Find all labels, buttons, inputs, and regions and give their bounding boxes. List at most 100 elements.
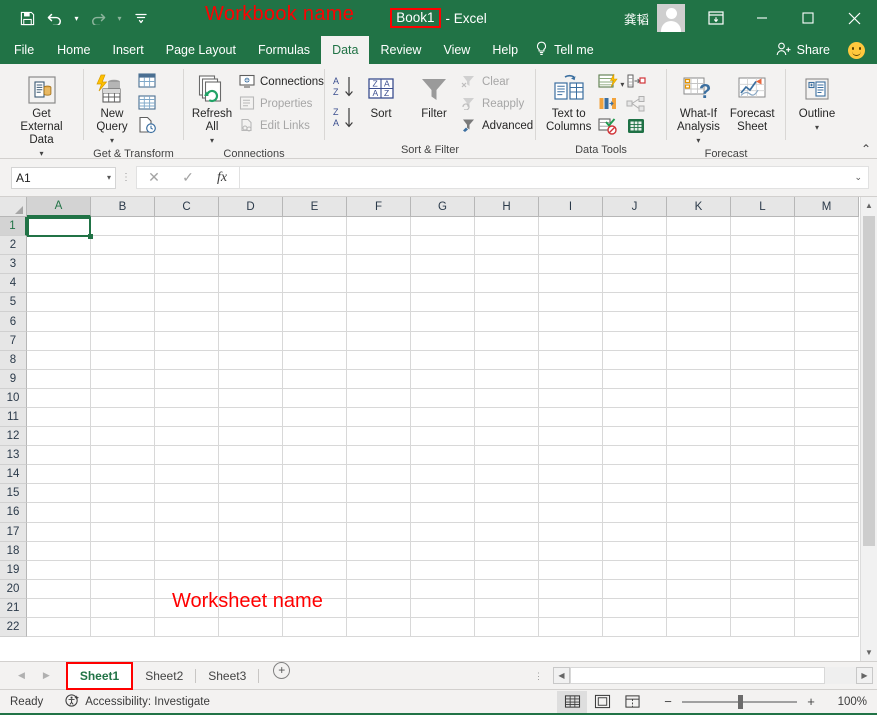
cell-G11[interactable] bbox=[411, 407, 475, 428]
zoom-in-button[interactable]: + bbox=[806, 694, 816, 709]
cell-J8[interactable] bbox=[603, 350, 667, 370]
cell-F4[interactable] bbox=[347, 274, 411, 294]
cell-A5[interactable] bbox=[27, 293, 91, 313]
cell-D14[interactable] bbox=[219, 465, 283, 485]
cell-L4[interactable] bbox=[731, 274, 795, 294]
row-header-8[interactable]: 8 bbox=[0, 350, 27, 370]
column-header-c[interactable]: C bbox=[155, 197, 219, 217]
cell-H19[interactable] bbox=[475, 560, 539, 580]
cell-C2[interactable] bbox=[155, 236, 219, 256]
cell-B19[interactable] bbox=[91, 560, 155, 580]
ribbon-display-options-icon[interactable] bbox=[693, 0, 739, 36]
horizontal-scroll-thumb[interactable] bbox=[570, 667, 825, 684]
cell-I15[interactable] bbox=[539, 484, 603, 504]
cell-K10[interactable] bbox=[667, 388, 731, 408]
cell-G15[interactable] bbox=[411, 484, 475, 504]
cell-L16[interactable] bbox=[731, 503, 795, 523]
row-header-21[interactable]: 21 bbox=[0, 598, 27, 618]
cell-E4[interactable] bbox=[283, 274, 347, 294]
expand-formula-bar-icon[interactable]: ⌄ bbox=[854, 172, 862, 183]
formula-bar-splitter[interactable]: ⋮ bbox=[116, 172, 136, 182]
cell-F13[interactable] bbox=[347, 446, 411, 466]
row-header-7[interactable]: 7 bbox=[0, 331, 27, 351]
relationships-icon[interactable] bbox=[624, 93, 648, 115]
cell-A21[interactable] bbox=[27, 598, 91, 618]
forecast-sheet-button[interactable]: Forecast Sheet bbox=[725, 69, 780, 134]
scroll-up-icon[interactable]: ▲ bbox=[861, 197, 877, 214]
cell-I1[interactable] bbox=[539, 217, 603, 237]
cell-A4[interactable] bbox=[27, 274, 91, 294]
cell-K5[interactable] bbox=[667, 293, 731, 313]
tab-review[interactable]: Review bbox=[369, 36, 432, 64]
row-header-19[interactable]: 19 bbox=[0, 560, 27, 580]
previous-sheet-icon[interactable]: ◀ bbox=[18, 670, 25, 681]
cell-K19[interactable] bbox=[667, 560, 731, 580]
cell-M7[interactable] bbox=[795, 331, 859, 351]
cell-H7[interactable] bbox=[475, 331, 539, 351]
cell-G3[interactable] bbox=[411, 255, 475, 275]
cell-F11[interactable] bbox=[347, 407, 411, 428]
cell-D3[interactable] bbox=[219, 255, 283, 275]
cell-A22[interactable] bbox=[27, 617, 91, 638]
row-header-9[interactable]: 9 bbox=[0, 369, 27, 389]
cell-H4[interactable] bbox=[475, 274, 539, 294]
cell-C15[interactable] bbox=[155, 484, 219, 504]
cell-G17[interactable] bbox=[411, 522, 475, 542]
outline-caret-icon[interactable]: ▾ bbox=[815, 121, 819, 134]
formula-input[interactable]: ⌄ bbox=[239, 166, 869, 189]
cell-H2[interactable] bbox=[475, 236, 539, 256]
cell-I19[interactable] bbox=[539, 560, 603, 580]
cell-I14[interactable] bbox=[539, 465, 603, 485]
cell-A19[interactable] bbox=[27, 560, 91, 580]
sheet-tab-sheet1[interactable]: Sheet1 bbox=[65, 661, 134, 690]
column-header-j[interactable]: J bbox=[603, 197, 667, 217]
cell-E7[interactable] bbox=[283, 331, 347, 351]
cell-K17[interactable] bbox=[667, 522, 731, 542]
cell-D16[interactable] bbox=[219, 503, 283, 523]
cell-G7[interactable] bbox=[411, 331, 475, 351]
cell-F2[interactable] bbox=[347, 236, 411, 256]
cell-H6[interactable] bbox=[475, 312, 539, 332]
cell-E14[interactable] bbox=[283, 465, 347, 485]
cell-A12[interactable] bbox=[27, 427, 91, 447]
cell-K8[interactable] bbox=[667, 350, 731, 370]
cell-I6[interactable] bbox=[539, 312, 603, 332]
cell-D19[interactable] bbox=[219, 560, 283, 580]
cell-J19[interactable] bbox=[603, 560, 667, 580]
column-header-f[interactable]: F bbox=[347, 197, 411, 217]
column-header-l[interactable]: L bbox=[731, 197, 795, 217]
row-header-11[interactable]: 11 bbox=[0, 407, 27, 428]
zoom-slider[interactable] bbox=[682, 694, 797, 709]
cell-D1[interactable] bbox=[219, 217, 283, 237]
row-header-14[interactable]: 14 bbox=[0, 465, 27, 485]
cell-B4[interactable] bbox=[91, 274, 155, 294]
column-header-k[interactable]: K bbox=[667, 197, 731, 217]
cells-body[interactable] bbox=[27, 217, 860, 661]
insert-function-button[interactable]: fx bbox=[205, 167, 239, 188]
cell-C6[interactable] bbox=[155, 312, 219, 332]
cell-K18[interactable] bbox=[667, 541, 731, 561]
cell-M9[interactable] bbox=[795, 369, 859, 389]
consolidate-icon[interactable] bbox=[624, 71, 648, 93]
cell-K1[interactable] bbox=[667, 217, 731, 237]
cell-L2[interactable] bbox=[731, 236, 795, 256]
cell-L12[interactable] bbox=[731, 427, 795, 447]
cell-G9[interactable] bbox=[411, 369, 475, 389]
cell-C1[interactable] bbox=[155, 217, 219, 237]
cell-I22[interactable] bbox=[539, 617, 603, 638]
cell-K2[interactable] bbox=[667, 236, 731, 256]
cell-J2[interactable] bbox=[603, 236, 667, 256]
cell-B3[interactable] bbox=[91, 255, 155, 275]
cell-B9[interactable] bbox=[91, 369, 155, 389]
cell-H21[interactable] bbox=[475, 598, 539, 618]
cell-J21[interactable] bbox=[603, 598, 667, 618]
cell-G12[interactable] bbox=[411, 427, 475, 447]
cell-B16[interactable] bbox=[91, 503, 155, 523]
cell-H18[interactable] bbox=[475, 541, 539, 561]
cell-M2[interactable] bbox=[795, 236, 859, 256]
cell-L7[interactable] bbox=[731, 331, 795, 351]
zoom-slider-thumb[interactable] bbox=[738, 694, 743, 709]
tab-view[interactable]: View bbox=[432, 36, 481, 64]
cell-J5[interactable] bbox=[603, 293, 667, 313]
cell-J14[interactable] bbox=[603, 465, 667, 485]
